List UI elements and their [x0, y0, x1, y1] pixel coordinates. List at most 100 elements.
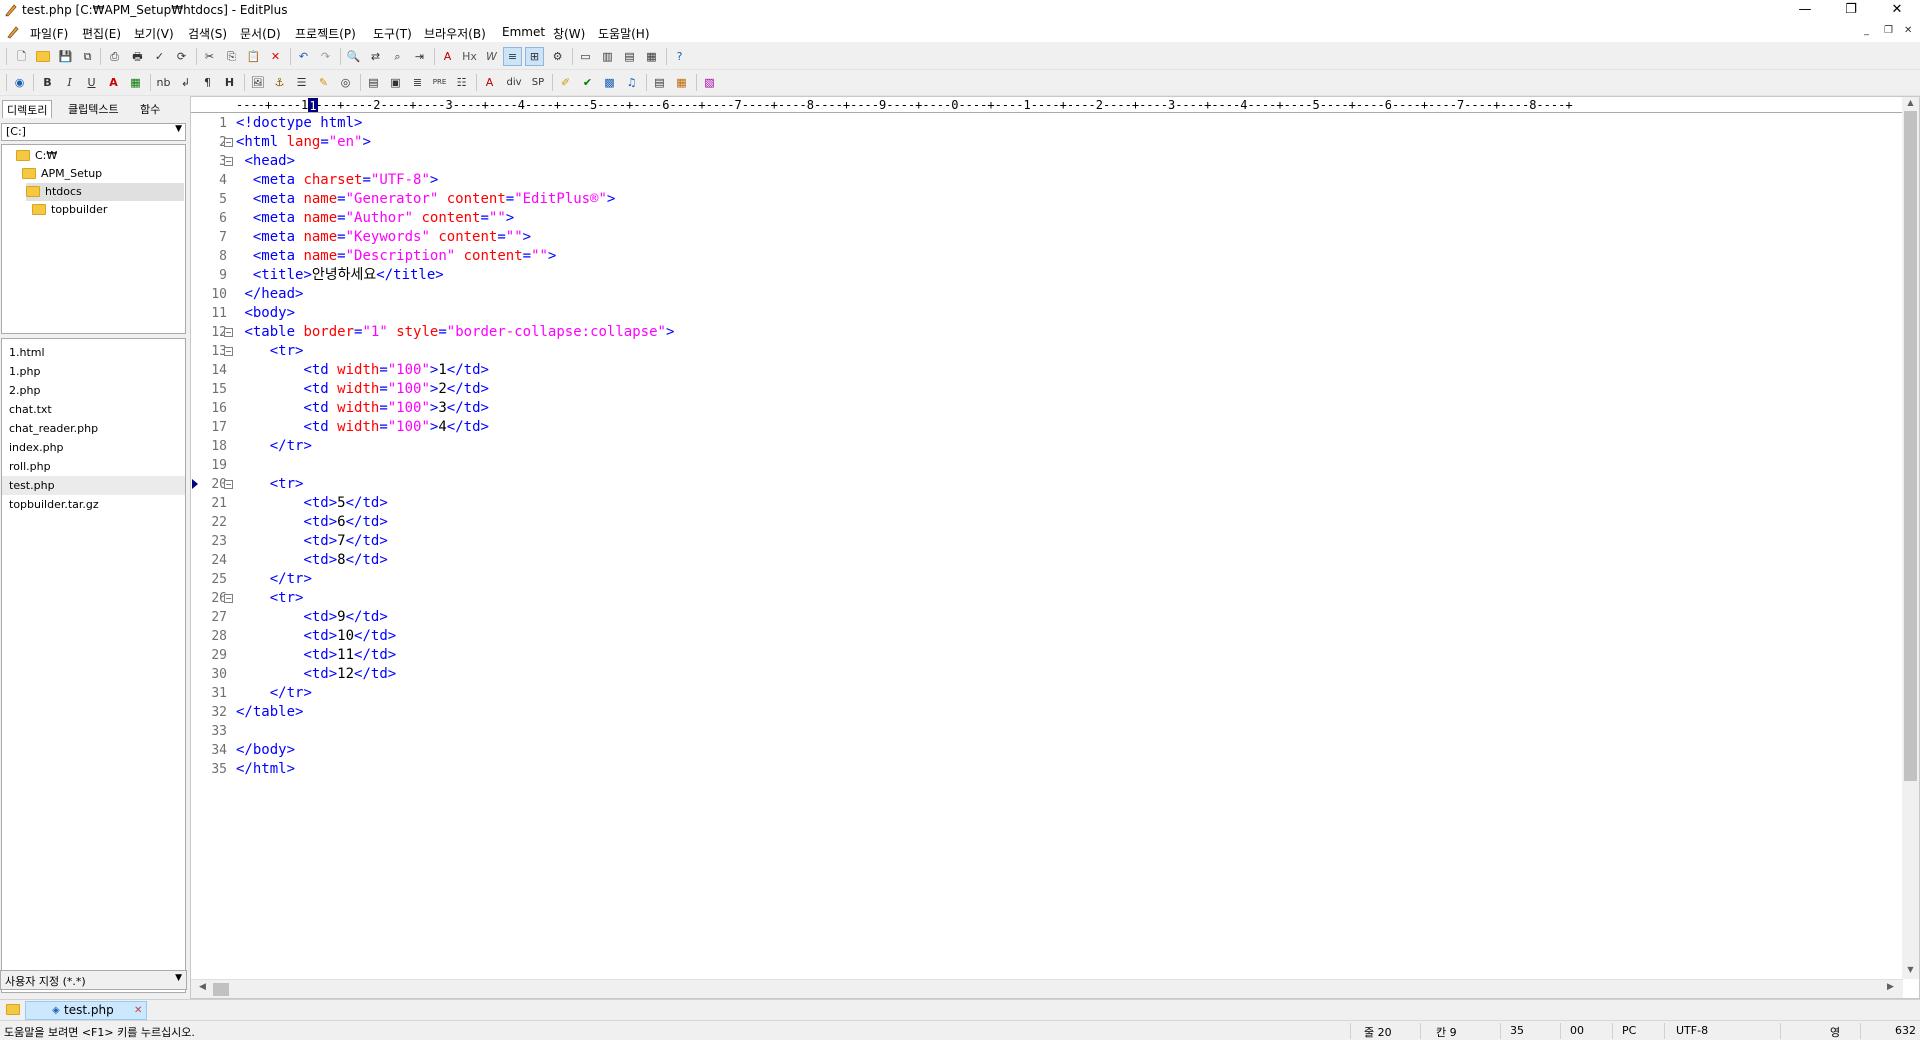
- anchor-icon[interactable]: ⚓: [270, 73, 289, 92]
- paragraph-button[interactable]: ¶: [198, 73, 217, 92]
- spell-check-icon[interactable]: ✓: [150, 47, 169, 66]
- italic-button[interactable]: I: [60, 73, 79, 92]
- file-filter-select[interactable]: 사용자 지정 (*.*) ▼: [0, 970, 187, 990]
- mdi-close-button[interactable]: ✕: [1904, 25, 1912, 36]
- help-icon[interactable]: ?: [670, 47, 689, 66]
- code-line[interactable]: <tr>: [236, 589, 304, 608]
- tree-item-apm-setup[interactable]: APM_Setup: [22, 165, 102, 183]
- file-item-selected[interactable]: test.php: [2, 476, 185, 495]
- file-item[interactable]: index.php: [2, 438, 185, 457]
- media-icon[interactable]: ▩: [600, 73, 619, 92]
- menu-view[interactable]: 보기(V): [134, 25, 174, 42]
- status-line-break[interactable]: PC: [1622, 1024, 1636, 1037]
- find-icon[interactable]: 🔍: [344, 47, 363, 66]
- code-line[interactable]: <table border="1" style="border-collapse…: [236, 323, 674, 342]
- minimize-button[interactable]: —: [1782, 0, 1828, 22]
- menu-help[interactable]: 도움말(H): [598, 25, 650, 42]
- template-icon[interactable]: ▦: [672, 73, 691, 92]
- code-editor[interactable]: ----+----1----+----2----+----3----+----4…: [190, 96, 1920, 999]
- music-icon[interactable]: ♫: [622, 73, 641, 92]
- code-area[interactable]: <!doctype html> <html lang="en"> <head> <…: [236, 114, 1901, 974]
- cliptext-window-icon[interactable]: ▤: [620, 47, 639, 66]
- file-item[interactable]: chat.txt: [2, 400, 185, 419]
- status-line[interactable]: 줄 20: [1364, 1024, 1392, 1040]
- code-line[interactable]: <td width="100">3</td>: [236, 399, 489, 418]
- tab-test-php[interactable]: ◈ test.php ✕: [25, 1001, 147, 1020]
- file-item[interactable]: roll.php: [2, 457, 185, 476]
- fold-toggle-icon[interactable]: −: [224, 594, 233, 603]
- fold-toggle-icon[interactable]: −: [224, 480, 233, 489]
- print-icon[interactable]: 🖶: [128, 47, 147, 66]
- tab-directory[interactable]: 디렉토리: [2, 100, 53, 118]
- file-item[interactable]: 1.html: [2, 343, 185, 362]
- validate-icon[interactable]: ✔: [578, 73, 597, 92]
- code-line[interactable]: <!doctype html>: [236, 114, 362, 133]
- undo-icon[interactable]: ↶: [294, 47, 313, 66]
- horizontal-scrollbar[interactable]: ◀ ▶: [191, 979, 1903, 998]
- horizontal-scroll-thumb[interactable]: [213, 983, 229, 996]
- replace-icon[interactable]: ⇄: [366, 47, 385, 66]
- code-line[interactable]: <td>6</td>: [236, 513, 387, 532]
- underline-button[interactable]: U: [82, 73, 101, 92]
- highlight-icon[interactable]: ✎: [314, 73, 333, 92]
- code-line[interactable]: <meta name="Keywords" content="">: [236, 228, 531, 247]
- sync-icon[interactable]: ⟳: [172, 47, 191, 66]
- fold-toggle-icon[interactable]: −: [224, 328, 233, 337]
- find-in-files-icon[interactable]: ⌕: [388, 47, 407, 66]
- window-split-icon[interactable]: ▥: [598, 47, 617, 66]
- tree-item-c-drive[interactable]: C:₩: [16, 147, 57, 165]
- code-line[interactable]: <td width="100">2</td>: [236, 380, 489, 399]
- code-line[interactable]: <td width="100">4</td>: [236, 418, 489, 437]
- cut-icon[interactable]: ✂: [200, 47, 219, 66]
- script-icon[interactable]: ✐: [556, 73, 575, 92]
- div-button[interactable]: div: [502, 73, 526, 92]
- code-line[interactable]: <meta name="Generator" content="EditPlus…: [236, 190, 616, 209]
- form-icon[interactable]: ▣: [386, 73, 405, 92]
- code-line[interactable]: <meta name="Description" content="">: [236, 247, 557, 266]
- code-line[interactable]: <td>7</td>: [236, 532, 387, 551]
- go-to-icon[interactable]: ⇥: [410, 47, 429, 66]
- folder-icon[interactable]: [6, 1004, 20, 1015]
- code-line[interactable]: <td>5</td>: [236, 494, 387, 513]
- heading-button[interactable]: H: [220, 73, 239, 92]
- word-wrap-icon[interactable]: W: [482, 47, 501, 66]
- file-item[interactable]: chat_reader.php: [2, 419, 185, 438]
- sp-button[interactable]: SP: [527, 73, 549, 92]
- table-icon[interactable]: ▤: [364, 73, 383, 92]
- menu-window[interactable]: 창(W): [553, 25, 585, 42]
- scroll-up-icon[interactable]: ▲: [1902, 98, 1919, 107]
- restore-button[interactable]: ❐: [1828, 0, 1874, 22]
- menu-emmet[interactable]: Emmet: [502, 25, 545, 39]
- close-tab-icon[interactable]: ✕: [134, 1002, 142, 1019]
- column-mode-icon[interactable]: ⊞: [525, 47, 544, 66]
- save-all-icon[interactable]: ⧉: [78, 47, 97, 66]
- tab-functions[interactable]: 함수: [136, 100, 164, 118]
- fold-toggle-icon[interactable]: −: [224, 157, 233, 166]
- browser-preview-icon[interactable]: ◉: [10, 73, 29, 92]
- save-icon[interactable]: 💾: [56, 47, 75, 66]
- list-icon[interactable]: ☷: [452, 73, 471, 92]
- code-line[interactable]: <td>9</td>: [236, 608, 387, 627]
- color-picker-icon[interactable]: ▧: [700, 73, 719, 92]
- code-line[interactable]: <td>11</td>: [236, 646, 396, 665]
- nbsp-button[interactable]: nb: [154, 73, 173, 92]
- vertical-scroll-thumb[interactable]: [1904, 111, 1917, 781]
- horizontal-rule-icon[interactable]: ☰: [292, 73, 311, 92]
- scroll-down-icon[interactable]: ▼: [1902, 965, 1919, 974]
- redo-icon[interactable]: ↷: [316, 47, 335, 66]
- open-file-icon[interactable]: [33, 47, 52, 66]
- drive-select[interactable]: [C:] ▼: [1, 123, 186, 141]
- line-number-icon[interactable]: ≡: [503, 47, 522, 66]
- font-color-button[interactable]: A: [104, 73, 123, 92]
- code-line[interactable]: </html>: [236, 760, 295, 779]
- menu-document[interactable]: 문서(D): [240, 25, 281, 42]
- hex-icon[interactable]: Hx: [460, 47, 479, 66]
- pre-button[interactable]: PRE: [430, 73, 449, 92]
- file-item[interactable]: 1.php: [2, 362, 185, 381]
- menu-tools[interactable]: 도구(T): [373, 25, 412, 42]
- scroll-right-icon[interactable]: ▶: [1887, 982, 1894, 992]
- document-pen-icon[interactable]: [6, 25, 20, 39]
- menu-file[interactable]: 파일(F): [30, 25, 68, 42]
- scroll-left-icon[interactable]: ◀: [199, 982, 206, 992]
- code-line[interactable]: <td>12</td>: [236, 665, 396, 684]
